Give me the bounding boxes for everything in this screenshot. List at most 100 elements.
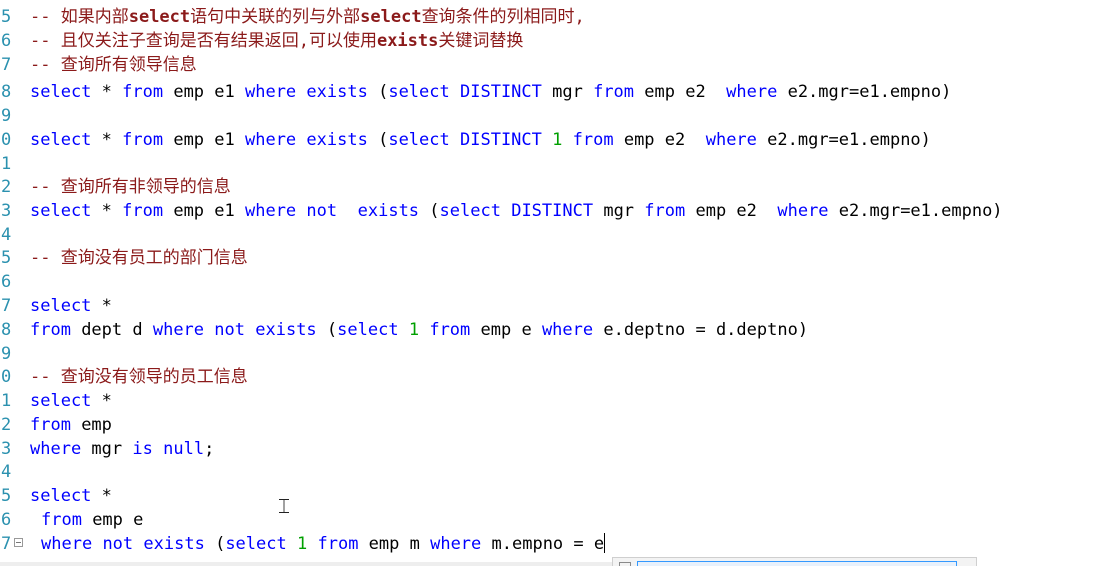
sql-statement: select * from emp e1 where exists (selec… [30, 128, 931, 152]
keyword: from [122, 130, 164, 150]
code-line[interactable]: 6 from emp e [0, 508, 1097, 532]
code-line[interactable]: 6 -- 且仅关注子查询是否有结果返回,可以使用exists关键词替换 [0, 29, 1097, 53]
code-text: m.empno = e [481, 534, 605, 554]
code-text: emp e2 [613, 130, 706, 150]
code-line[interactable]: 8 select * from emp e1 where exists (sel… [0, 80, 1097, 104]
line-number: 3 [1, 439, 12, 459]
number-literal: 1 [296, 534, 308, 554]
code-text: mgr [593, 201, 645, 221]
line-number: 4 [0, 0, 15, 4]
code-text: emp e1 [163, 201, 245, 221]
code-line[interactable]: 5 select * [0, 484, 1097, 508]
keyword: where [777, 201, 829, 221]
code-line[interactable]: 0 -- 查询没有领导的员工信息 [0, 365, 1097, 389]
code-text: * [91, 486, 112, 506]
code-line[interactable]: 2 -- 查询所有非领导的信息 [0, 175, 1097, 199]
line-number: 5 [1, 486, 12, 506]
code-line[interactable]: 4 [0, 460, 1097, 484]
autocomplete-popup[interactable] [612, 557, 977, 566]
line-number: 9 [1, 106, 12, 126]
code-line[interactable]: 7 -- 查询所有领导信息 [0, 53, 1097, 77]
code-text: emp e1 [163, 130, 245, 150]
line-number: 5 [1, 248, 12, 268]
line-number: 7 [1, 296, 12, 316]
line-number: 1 [1, 391, 12, 411]
keyword: where [705, 130, 757, 150]
keyword: where [726, 82, 778, 102]
keyword: from [429, 320, 471, 340]
keyword: where [430, 534, 482, 554]
keyword: from [122, 201, 164, 221]
keyword: not [102, 534, 134, 554]
code-line[interactable]: 9 [0, 342, 1097, 366]
code-line-current[interactable]: 7 where not exists (select 1 from emp m … [0, 532, 1097, 556]
sql-statement: select * [30, 294, 112, 318]
keyword: select [225, 534, 287, 554]
line-number: 6 [1, 31, 12, 51]
keyword: from [572, 130, 614, 150]
sql-statement: from dept d where not exists (select 1 f… [30, 318, 808, 342]
keyword: where [41, 534, 93, 554]
keyword: from [593, 82, 635, 102]
keyword: where [244, 130, 297, 150]
code-line[interactable]: 8 from dept d where not exists (select 1… [0, 318, 1097, 342]
code-text: ( [316, 320, 338, 340]
keyword: where [244, 201, 297, 221]
horizontal-scrollbar[interactable] [0, 562, 612, 566]
keyword: from [41, 510, 82, 530]
code-line[interactable]: 1 select * [0, 389, 1097, 413]
fold-collapse-icon[interactable] [14, 538, 23, 547]
ibeam-cursor-icon: ⌶ [278, 494, 290, 518]
line-number: 0 [1, 130, 12, 150]
keyword: select [337, 320, 399, 340]
sql-editor[interactable]: 4 5 -- 如果内部select语句中关联的列与外部select查询条件的列相… [0, 0, 1097, 566]
keyword: null [163, 439, 205, 459]
line-number: 0 [1, 367, 12, 387]
keyword: from [122, 82, 164, 102]
code-text: * [91, 391, 112, 411]
sql-statement: where not exists (select 1 from emp m wh… [41, 532, 606, 556]
line-number: 4 [1, 225, 12, 245]
code-line[interactable]: 0 select * from emp e1 where exists (sel… [0, 128, 1097, 152]
code-line[interactable]: 9 [0, 104, 1097, 128]
keyword: DISTINCT [460, 82, 542, 102]
code-text: ( [419, 201, 440, 221]
keyword: exists [306, 82, 368, 102]
code-text: ( [204, 534, 226, 554]
keyword: select [30, 486, 92, 506]
sql-statement: select * from emp e1 where exists (selec… [30, 80, 951, 104]
comment: -- 查询所有非领导的信息 [30, 177, 231, 197]
comment: -- 查询没有员工的部门信息 [30, 248, 248, 268]
keyword: where [30, 439, 82, 459]
sql-statement: from emp [30, 413, 112, 437]
keyword: select [30, 391, 92, 411]
code-line[interactable]: 4 [0, 0, 1097, 4]
line-number: 6 [1, 510, 12, 530]
code-line[interactable]: 5 -- 如果内部select语句中关联的列与外部select查询条件的列相同时… [0, 5, 1097, 29]
code-line[interactable]: 1 [0, 152, 1097, 176]
comment-text: 语句中关联的列与外部 [190, 7, 361, 27]
code-line[interactable]: 2 from emp [0, 413, 1097, 437]
code-line[interactable]: 3 select * from emp e1 where not exists … [0, 199, 1097, 223]
code-line[interactable]: 3 where mgr is null; [0, 437, 1097, 461]
comment-text: select [128, 7, 191, 27]
line-number: 3 [1, 201, 12, 221]
sql-statement: select * [30, 484, 112, 508]
code-text: * [91, 296, 112, 316]
code-text: * [91, 201, 123, 221]
keyword: select [388, 82, 450, 102]
line-number: 6 [1, 272, 12, 292]
code-line[interactable]: 7 select * [0, 294, 1097, 318]
sql-statement: from emp e [41, 508, 143, 532]
sql-statement: select * from emp e1 where not exists (s… [30, 199, 1003, 223]
code-line[interactable]: 6 [0, 270, 1097, 294]
code-line[interactable]: 5 -- 查询没有员工的部门信息 [0, 246, 1097, 270]
code-line[interactable]: 4 [0, 223, 1097, 247]
code-text: emp [70, 415, 112, 435]
text-caret [604, 533, 606, 553]
keyword: where [152, 320, 205, 340]
autocomplete-selected-item[interactable] [637, 561, 957, 566]
comment-text: 关键词替换 [438, 31, 524, 51]
keyword: where [541, 320, 594, 340]
